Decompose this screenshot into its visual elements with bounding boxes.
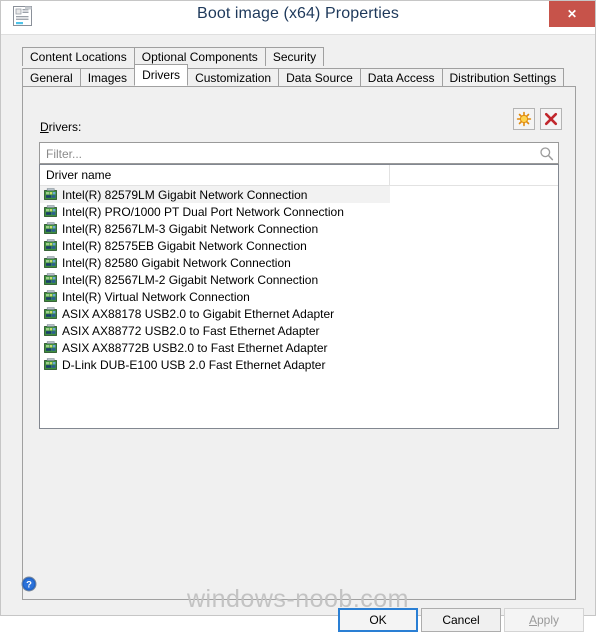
remove-driver-button[interactable]: [540, 108, 562, 130]
drivers-label-accel: D: [40, 120, 49, 134]
network-adapter-icon: [44, 324, 57, 336]
column-header-driver-name[interactable]: Driver name: [40, 165, 390, 185]
close-button[interactable]: ✕: [549, 1, 595, 27]
driver-row[interactable]: Intel(R) Virtual Network Connection: [40, 288, 558, 305]
cancel-button[interactable]: Cancel: [421, 608, 501, 632]
dialog-client-area: Content Locations Optional Components Se…: [1, 34, 595, 632]
driver-name: Intel(R) PRO/1000 PT Dual Port Network C…: [62, 204, 344, 219]
driver-row[interactable]: Intel(R) 82579LM Gigabit Network Connect…: [40, 186, 390, 203]
tab-row-lower: General Images Drivers Customization Dat…: [22, 64, 577, 87]
driver-row[interactable]: Intel(R) 82575EB Gigabit Network Connect…: [40, 237, 558, 254]
tab-distribution-settings[interactable]: Distribution Settings: [441, 68, 565, 87]
driver-name: Intel(R) Virtual Network Connection: [62, 289, 250, 304]
driver-name: ASIX AX88772 USB2.0 to Fast Ethernet Ada…: [62, 323, 320, 338]
list-rows: Intel(R) 82579LM Gigabit Network Connect…: [40, 186, 558, 373]
network-adapter-icon: [44, 307, 57, 319]
apply-rest: pply: [537, 613, 560, 627]
search-icon[interactable]: [539, 146, 554, 161]
properties-dialog: Boot image (x64) Properties ✕ Content Lo…: [0, 0, 596, 632]
driver-name: ASIX AX88178 USB2.0 to Gigabit Ethernet …: [62, 306, 335, 321]
apply-accel: A: [528, 613, 537, 627]
driver-name: Intel(R) 82575EB Gigabit Network Connect…: [62, 238, 307, 253]
tab-images[interactable]: Images: [79, 68, 136, 87]
drivers-label-rest: rivers:: [48, 120, 82, 134]
driver-name: Intel(R) 82567LM-2 Gigabit Network Conne…: [62, 272, 319, 287]
column-header-blank[interactable]: [390, 165, 558, 185]
network-adapter-icon: [44, 358, 57, 370]
apply-button[interactable]: Apply: [504, 608, 584, 632]
driver-row[interactable]: Intel(R) PRO/1000 PT Dual Port Network C…: [40, 203, 558, 220]
network-adapter-icon: [44, 222, 57, 234]
tab-drivers[interactable]: Drivers: [134, 64, 189, 86]
network-adapter-icon: [44, 239, 57, 251]
title-bar: Boot image (x64) Properties ✕: [1, 1, 595, 34]
driver-row[interactable]: Intel(R) 82567LM-2 Gigabit Network Conne…: [40, 271, 558, 288]
driver-name: Intel(R) 82579LM Gigabit Network Connect…: [62, 187, 308, 202]
tab-security[interactable]: Security: [264, 47, 325, 66]
driver-row[interactable]: ASIX AX88772 USB2.0 to Fast Ethernet Ada…: [40, 322, 558, 339]
tab-data-access[interactable]: Data Access: [359, 68, 443, 87]
driver-row[interactable]: ASIX AX88772B USB2.0 to Fast Ethernet Ad…: [40, 339, 558, 356]
network-adapter-icon: [44, 188, 57, 200]
starburst-icon: [516, 111, 532, 127]
tab-content-locations[interactable]: Content Locations: [22, 47, 135, 66]
driver-row[interactable]: ASIX AX88178 USB2.0 to Gigabit Ethernet …: [40, 305, 558, 322]
window-title: Boot image (x64) Properties: [197, 5, 399, 22]
drivers-list[interactable]: Driver name Intel(R) 82579LM Gigabit Net…: [39, 164, 559, 429]
drivers-tab-page: Drivers: Filter... Driver name Intel(R) …: [22, 86, 576, 600]
tab-row-upper: Content Locations Optional Components Se…: [22, 44, 577, 66]
driver-row[interactable]: Intel(R) 82567LM-3 Gigabit Network Conne…: [40, 220, 558, 237]
tab-data-source[interactable]: Data Source: [278, 68, 361, 87]
filter-input[interactable]: [44, 143, 528, 165]
network-adapter-icon: [44, 341, 57, 353]
list-header: Driver name: [40, 165, 558, 186]
ok-button[interactable]: OK: [338, 608, 418, 632]
red-x-icon: [544, 112, 558, 126]
network-adapter-icon: [44, 290, 57, 302]
network-adapter-icon: [44, 256, 57, 268]
filter-box[interactable]: [39, 142, 559, 165]
network-adapter-icon: [44, 273, 57, 285]
tab-general[interactable]: General: [22, 68, 81, 87]
network-adapter-icon: [44, 205, 57, 217]
driver-row[interactable]: D-Link DUB-E100 USB 2.0 Fast Ethernet Ad…: [40, 356, 558, 373]
add-driver-button[interactable]: [513, 108, 535, 130]
driver-name: Intel(R) 82567LM-3 Gigabit Network Conne…: [62, 221, 319, 236]
svg-text:?: ?: [26, 580, 32, 591]
driver-name: ASIX AX88772B USB2.0 to Fast Ethernet Ad…: [62, 340, 328, 355]
driver-name: D-Link DUB-E100 USB 2.0 Fast Ethernet Ad…: [62, 357, 326, 372]
tab-customization[interactable]: Customization: [187, 68, 280, 87]
driver-row[interactable]: Intel(R) 82580 Gigabit Network Connectio…: [40, 254, 558, 271]
drivers-label: Drivers:: [40, 120, 81, 134]
help-icon[interactable]: ?: [21, 576, 37, 592]
driver-name: Intel(R) 82580 Gigabit Network Connectio…: [62, 255, 291, 270]
tab-strip: Content Locations Optional Components Se…: [22, 44, 577, 87]
